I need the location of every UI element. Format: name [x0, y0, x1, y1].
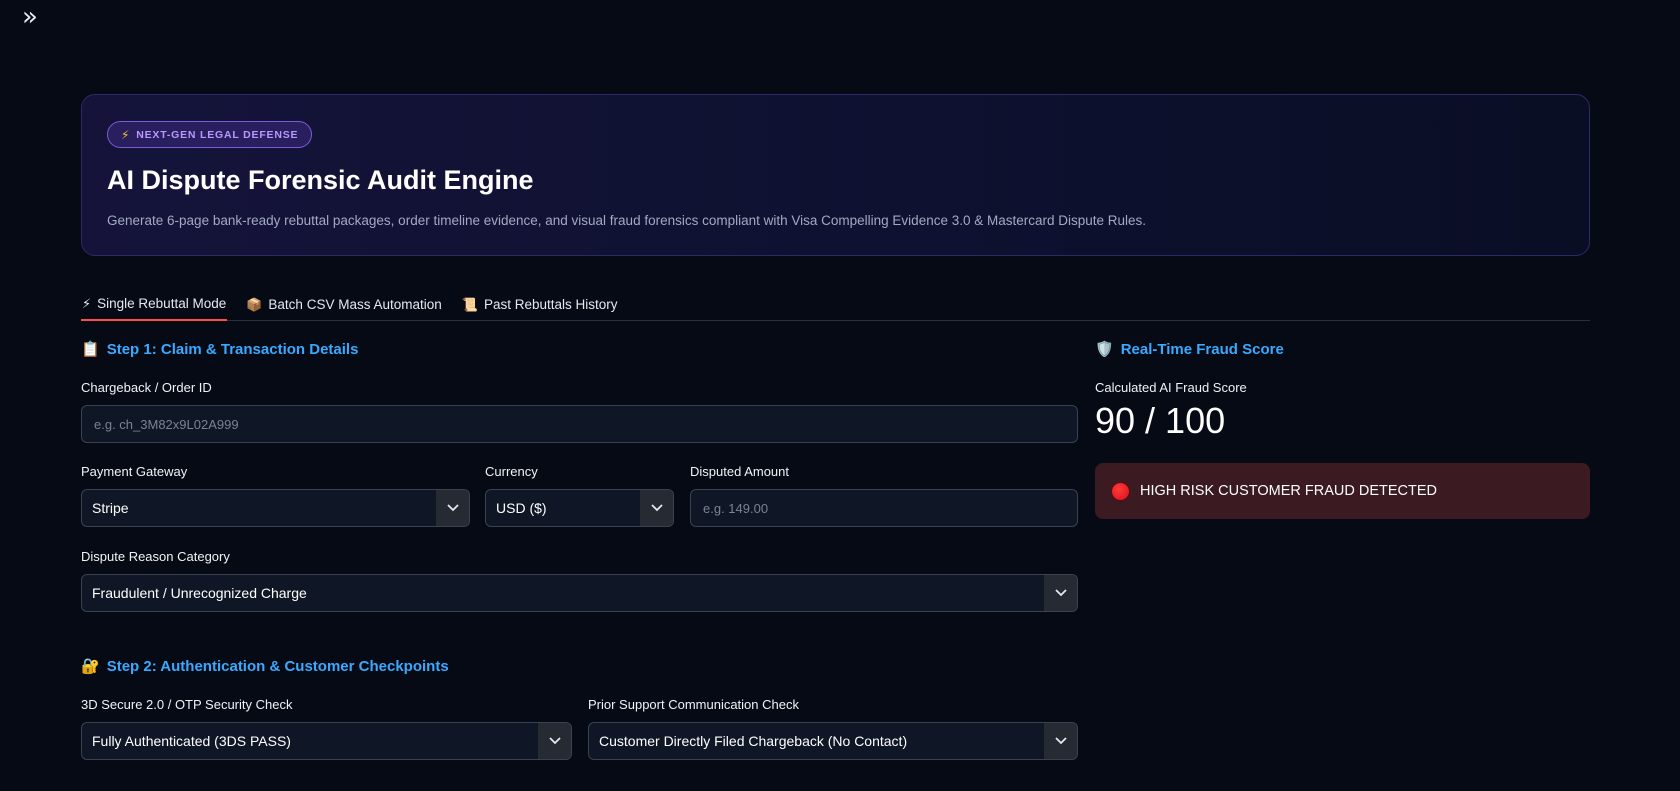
fraud-score-label: Calculated AI Fraud Score: [1095, 380, 1247, 395]
secure-value: Fully Authenticated (3DS PASS): [92, 733, 291, 749]
package-icon: 📦: [246, 296, 263, 312]
fraud-alert-text: HIGH RISK CUSTOMER FRAUD DETECTED: [1140, 483, 1438, 499]
support-label: Prior Support Communication Check: [588, 697, 799, 712]
step1-title: Step 1: Claim & Transaction Details: [106, 340, 359, 358]
step1-heading: 📋 Step 1: Claim & Transaction Details: [81, 340, 359, 359]
lock-icon: 🔐: [81, 658, 100, 675]
step2-title: Step 2: Authentication & Customer Checkp…: [106, 657, 449, 675]
secure-select[interactable]: Fully Authenticated (3DS PASS): [81, 722, 572, 760]
lightning-icon: ⚡: [82, 295, 92, 311]
tab-label: Past Rebuttals History: [483, 297, 618, 312]
chevron-down-icon: [538, 723, 571, 759]
scroll-icon: 📜: [461, 296, 478, 312]
tab-label: Single Rebuttal Mode: [97, 296, 227, 311]
gateway-select[interactable]: Stripe: [81, 489, 470, 527]
page-subtitle: Generate 6-page bank-ready rebuttal pack…: [107, 213, 1147, 228]
amount-label: Disputed Amount: [690, 464, 790, 479]
tab-history[interactable]: 📜 Past Rebuttals History: [461, 288, 619, 321]
hero-badge-label: NEXT-GEN LEGAL DEFENSE: [136, 128, 299, 141]
currency-select[interactable]: USD ($): [485, 489, 674, 527]
fraud-alert: HIGH RISK CUSTOMER FRAUD DETECTED: [1095, 463, 1590, 519]
fraud-heading: 🛡️ Real-Time Fraud Score: [1095, 340, 1284, 359]
sidebar-expand-icon[interactable]: »: [22, 4, 38, 30]
secure-label: 3D Secure 2.0 / OTP Security Check: [81, 697, 293, 712]
chevron-down-icon: [640, 490, 673, 526]
chevron-down-icon: [1044, 575, 1077, 611]
hero-badge: ⚡ NEXT-GEN LEGAL DEFENSE: [107, 121, 313, 148]
page-title: AI Dispute Forensic Audit Engine: [107, 165, 534, 195]
reason-label: Dispute Reason Category: [81, 549, 230, 564]
step2-heading: 🔐 Step 2: Authentication & Customer Chec…: [81, 657, 449, 676]
hero-banner: ⚡ NEXT-GEN LEGAL DEFENSE AI Dispute Fore…: [81, 94, 1590, 256]
tab-label: Batch CSV Mass Automation: [268, 297, 442, 312]
shield-icon: 🛡️: [1095, 341, 1114, 358]
tab-batch-csv[interactable]: 📦 Batch CSV Mass Automation: [245, 288, 443, 321]
gateway-value: Stripe: [92, 500, 129, 516]
support-select[interactable]: Customer Directly Filed Chargeback (No C…: [588, 722, 1078, 760]
gateway-label: Payment Gateway: [81, 464, 188, 479]
amount-input[interactable]: [690, 489, 1078, 527]
reason-value: Fraudulent / Unrecognized Charge: [92, 585, 307, 601]
red-circle-icon: [1111, 481, 1130, 501]
fraud-title: Real-Time Fraud Score: [1120, 340, 1284, 358]
chevron-down-icon: [1044, 723, 1077, 759]
clipboard-icon: 📋: [81, 341, 100, 358]
mode-tabs: ⚡ Single Rebuttal Mode 📦 Batch CSV Mass …: [81, 288, 1590, 321]
order-id-input[interactable]: [81, 405, 1078, 443]
currency-label: Currency: [485, 464, 538, 479]
support-value: Customer Directly Filed Chargeback (No C…: [599, 733, 908, 749]
chevron-down-icon: [436, 490, 469, 526]
tab-single-rebuttal[interactable]: ⚡ Single Rebuttal Mode: [81, 288, 228, 321]
fraud-score-value: 90 / 100: [1095, 400, 1226, 441]
reason-select[interactable]: Fraudulent / Unrecognized Charge: [81, 574, 1078, 612]
order-id-label: Chargeback / Order ID: [81, 380, 212, 395]
lightning-icon: ⚡: [121, 127, 131, 142]
currency-value: USD ($): [496, 500, 547, 516]
